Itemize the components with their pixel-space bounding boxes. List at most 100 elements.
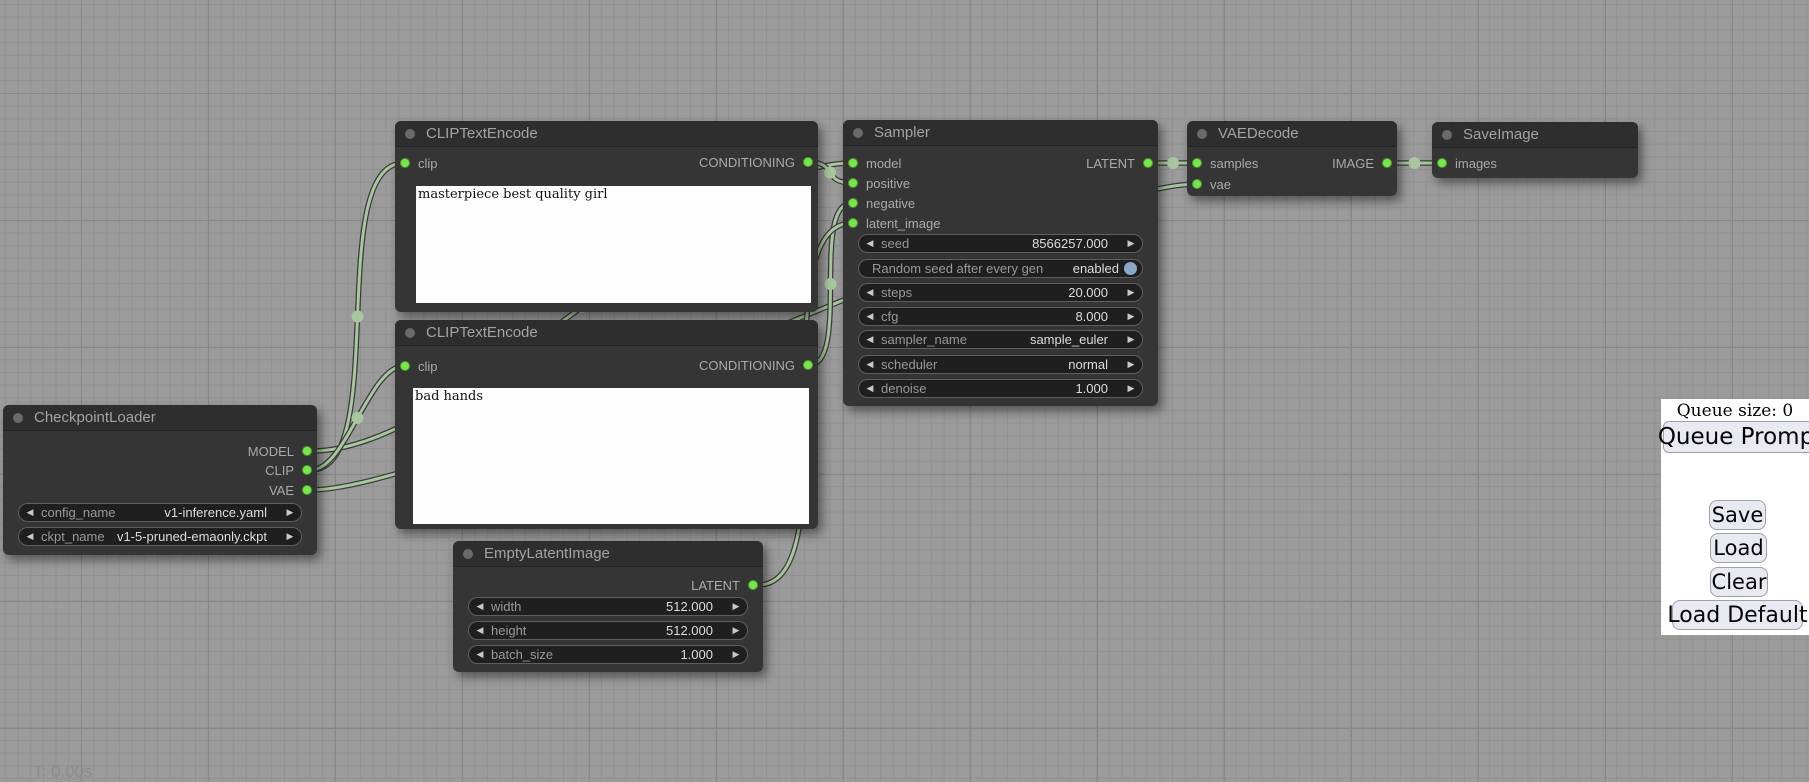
output-slot: CONDITIONING [699,153,813,171]
execution-time-label: T: 0.00s [33,762,93,782]
queue-prompt-button[interactable]: Queue Prompt [1663,421,1809,453]
input-slot-label: positive [866,176,910,191]
node-collapse-dot-icon[interactable] [1442,130,1452,140]
input-port-icon[interactable] [848,158,858,168]
node-collapse-dot-icon[interactable] [463,549,473,559]
combo-widget-config_name[interactable]: ◀config_namev1-inference.yaml▶ [18,503,302,522]
queue-size-label: Queue size: 0 [1661,401,1809,421]
increment-arrow-icon[interactable]: ▶ [279,503,301,522]
output-port-icon[interactable] [1143,158,1153,168]
node-collapse-dot-icon[interactable] [853,128,863,138]
combo-widget-seed[interactable]: ◀seed8566257.000▶ [858,234,1143,253]
output-slot-label: CLIP [265,463,294,478]
increment-arrow-icon[interactable]: ▶ [1120,234,1142,253]
combo-widget-height[interactable]: ◀height512.000▶ [468,621,748,640]
widget-value: 512.000 [526,623,713,638]
load-button[interactable]: Load [1710,533,1767,563]
combo-widget-scheduler[interactable]: ◀schedulernormal▶ [858,355,1143,374]
output-slot-label: MODEL [248,444,294,459]
node-title-label: EmptyLatentImage [484,545,610,562]
input-port-icon[interactable] [400,361,410,371]
combo-widget-cfg[interactable]: ◀cfg8.000▶ [858,307,1143,326]
decrement-arrow-icon[interactable]: ◀ [859,355,881,374]
output-port-icon[interactable] [302,485,312,495]
load-default-button[interactable]: Load Default [1672,600,1803,630]
node-collapse-dot-icon[interactable] [405,328,415,338]
output-slot: VAE [269,481,312,499]
output-port-icon[interactable] [803,360,813,370]
widget-label: seed [881,236,909,251]
output-port-icon[interactable] [748,580,758,590]
combo-widget-steps[interactable]: ◀steps20.000▶ [858,283,1143,302]
input-port-icon[interactable] [1192,179,1202,189]
combo-widget-denoise[interactable]: ◀denoise1.000▶ [858,379,1143,398]
link-midpoint-dot-negative-cond-to-sampler [825,278,837,290]
widget-value: normal [937,357,1108,372]
node-checkpoint-loader[interactable]: CheckpointLoaderMODELCLIPVAE◀config_name… [3,405,317,555]
clear-button[interactable]: Clear [1710,567,1768,597]
input-port-icon[interactable] [848,198,858,208]
prompt-textarea[interactable]: bad hands [413,388,809,524]
input-port-icon[interactable] [1437,158,1447,168]
input-port-icon[interactable] [1192,158,1202,168]
input-port-icon[interactable] [400,158,410,168]
graph-canvas[interactable]: CheckpointLoaderMODELCLIPVAE◀config_name… [0,0,1809,782]
combo-widget-sampler_name[interactable]: ◀sampler_namesample_euler▶ [858,330,1143,349]
decrement-arrow-icon[interactable]: ◀ [19,527,41,546]
node-clip-text-encode-negative[interactable]: CLIPTextEncodeclipCONDITIONINGbad hands [395,320,818,529]
toggle-indicator-icon[interactable] [1124,262,1137,275]
combo-widget-width[interactable]: ◀width512.000▶ [468,597,748,616]
increment-arrow-icon[interactable]: ▶ [1120,283,1142,302]
increment-arrow-icon[interactable]: ▶ [725,597,747,616]
node-sampler[interactable]: Samplermodelpositivenegativelatent_image… [843,120,1158,406]
node-empty-latent-image[interactable]: EmptyLatentImageLATENT◀width512.000▶◀hei… [453,541,763,672]
save-button[interactable]: Save [1709,500,1766,530]
decrement-arrow-icon[interactable]: ◀ [859,379,881,398]
output-port-icon[interactable] [1382,158,1392,168]
increment-arrow-icon[interactable]: ▶ [1120,379,1142,398]
decrement-arrow-icon[interactable]: ◀ [859,283,881,302]
output-port-icon[interactable] [302,465,312,475]
node-title-label: Sampler [874,124,930,141]
decrement-arrow-icon[interactable]: ◀ [859,330,881,349]
output-port-icon[interactable] [302,446,312,456]
widget-label: config_name [41,505,115,520]
input-port-icon[interactable] [848,218,858,228]
widget-value: 1.000 [927,381,1108,396]
decrement-arrow-icon[interactable]: ◀ [469,597,491,616]
node-vae-decode[interactable]: VAEDecodesamplesvaeIMAGE [1187,121,1397,196]
decrement-arrow-icon[interactable]: ◀ [19,503,41,522]
output-port-icon[interactable] [803,157,813,167]
combo-widget-batch_size[interactable]: ◀batch_size1.000▶ [468,645,748,664]
decrement-arrow-icon[interactable]: ◀ [469,645,491,664]
node-save-image[interactable]: SaveImageimages [1432,122,1638,178]
widget-value: 1.000 [553,647,713,662]
queue-panel: Queue size: 0 Queue Prompt Save Load Cle… [1661,399,1809,635]
input-slot-label: vae [1210,177,1231,192]
increment-arrow-icon[interactable]: ▶ [1120,355,1142,374]
increment-arrow-icon[interactable]: ▶ [1120,307,1142,326]
input-slot: samples [1192,154,1258,172]
input-port-icon[interactable] [848,178,858,188]
output-slot-label: IMAGE [1332,156,1374,171]
node-collapse-dot-icon[interactable] [1197,129,1207,139]
input-slot-label: images [1455,156,1497,171]
output-slot-label: VAE [269,483,294,498]
decrement-arrow-icon[interactable]: ◀ [469,621,491,640]
decrement-arrow-icon[interactable]: ◀ [859,307,881,326]
input-slot: negative [848,194,915,212]
decrement-arrow-icon[interactable]: ◀ [859,234,881,253]
output-slot: CLIP [265,461,312,479]
increment-arrow-icon[interactable]: ▶ [279,527,301,546]
prompt-textarea[interactable]: masterpiece best quality girl [416,186,811,303]
increment-arrow-icon[interactable]: ▶ [725,645,747,664]
increment-arrow-icon[interactable]: ▶ [725,621,747,640]
increment-arrow-icon[interactable]: ▶ [1120,330,1142,349]
node-collapse-dot-icon[interactable] [405,129,415,139]
node-clip-text-encode-positive[interactable]: CLIPTextEncodeclipCONDITIONINGmasterpiec… [395,121,818,312]
link-midpoint-dot-clip-to-negative-encode [352,412,364,424]
toggle-widget-random-seed-after-every-gen[interactable]: Random seed after every genenabled [858,259,1143,278]
combo-widget-ckpt_name[interactable]: ◀ckpt_namev1-5-pruned-emaonly.ckpt▶ [18,527,302,546]
node-collapse-dot-icon[interactable] [13,413,23,423]
output-slot: MODEL [248,442,312,460]
